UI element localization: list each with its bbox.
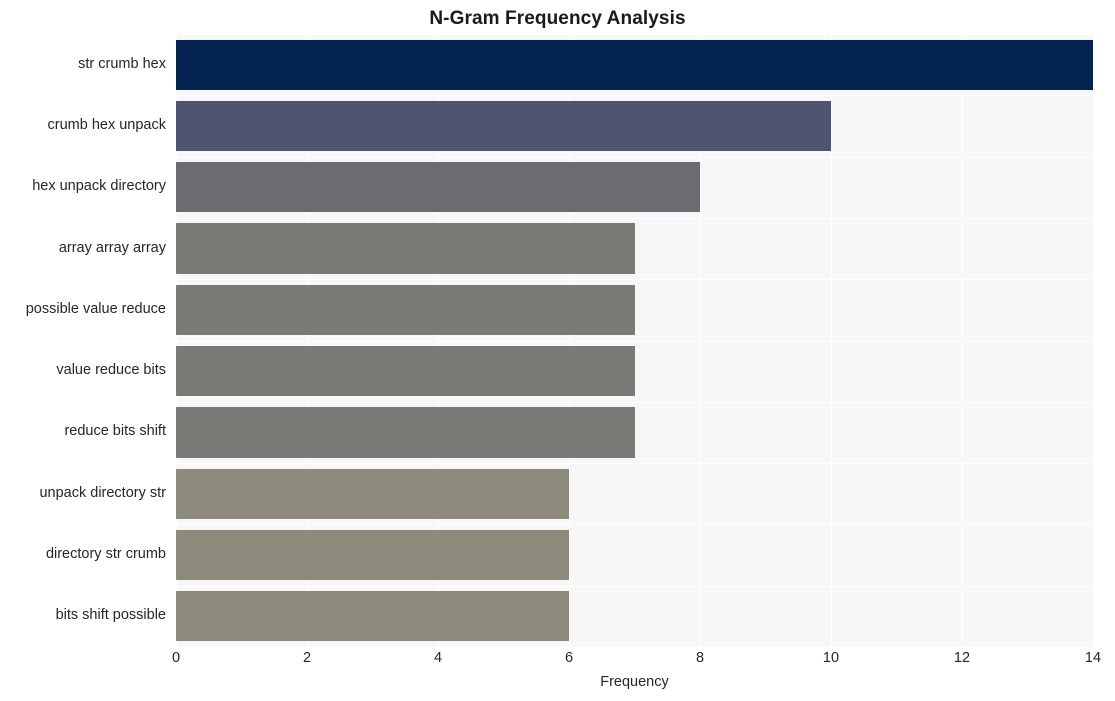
plot-area — [176, 34, 1093, 647]
y-axis-category-labels: str crumb hex crumb hex unpack hex unpack … — [0, 34, 166, 647]
x-tick-label: 0 — [171, 650, 181, 666]
y-axis-label: str crumb hex — [78, 55, 166, 72]
x-tick-label: 8 — [695, 650, 705, 666]
ngram-frequency-bar-chart: N-Gram Frequency Analysis str crumb hex c… — [0, 0, 1115, 701]
bar — [176, 529, 569, 581]
x-tick-label: 2 — [302, 650, 312, 666]
bars-layer — [176, 34, 1093, 647]
y-axis-label: reduce bits shift — [64, 423, 166, 440]
bar — [176, 162, 700, 213]
y-axis-label: array array array — [58, 239, 166, 256]
chart-title: N-Gram Frequency Analysis — [429, 8, 686, 29]
y-axis-label: unpack directory str — [39, 484, 166, 501]
y-axis-label: possible value reduce — [25, 300, 166, 317]
y-axis-label: hex unpack directory — [32, 178, 166, 195]
bar — [176, 591, 569, 642]
y-axis-label: directory str crumb — [45, 546, 166, 563]
bar — [176, 39, 1093, 90]
y-axis-label: crumb hex unpack — [47, 116, 166, 133]
x-tick-label: 12 — [953, 650, 971, 666]
y-axis-label: value reduce bits — [56, 362, 166, 379]
bar — [176, 407, 635, 458]
x-axis-title: Frequency — [600, 674, 669, 690]
x-tick-label: 14 — [1084, 650, 1102, 666]
bar — [176, 223, 635, 274]
bar — [176, 468, 569, 519]
bar — [176, 346, 635, 397]
x-axis-tick-labels: 0 2 4 6 8 10 12 14 — [172, 650, 1101, 672]
bar — [176, 284, 635, 335]
y-axis-label: bits shift possible — [55, 607, 166, 624]
x-tick-label: 10 — [822, 650, 840, 666]
x-tick-label: 4 — [433, 650, 443, 666]
bar — [176, 100, 831, 152]
x-tick-label: 6 — [564, 650, 574, 666]
